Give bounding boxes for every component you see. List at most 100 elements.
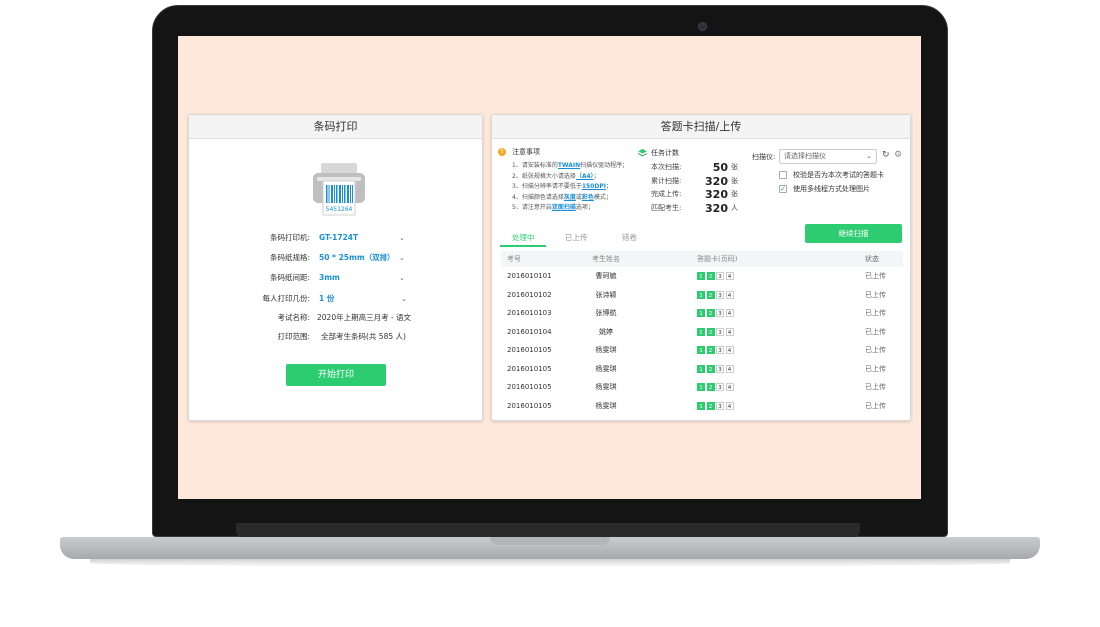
table-body: 2016010101 曹珂毓 1 2 3 4 已上传 2016010102 张诗颖 1 2 3 4 已上传…	[501, 267, 903, 415]
cell-student-name: 杨雯琪	[595, 401, 617, 410]
page-badge[interactable]: 2	[706, 327, 715, 336]
multithread-checkbox[interactable]: ✓	[779, 185, 787, 193]
scanner-select[interactable]: 请选择扫描仪 ⌄	[779, 149, 877, 164]
chevron-down-icon[interactable]: ⌄	[399, 250, 405, 266]
validate-exam-checkbox[interactable]	[779, 171, 787, 179]
task-unit: 张	[731, 176, 738, 185]
page-badge[interactable]: 1	[697, 309, 705, 317]
page-badge[interactable]: 2	[706, 272, 715, 280]
paper-gap-select-row[interactable]: 条码纸间距: 3mm ⌄	[189, 270, 484, 286]
checkbox-label: 使用多线程方式处理图片	[793, 185, 870, 193]
table-row[interactable]: 2016010101 曹珂毓 1 2 3 4 已上传	[501, 267, 903, 286]
continue-scan-button[interactable]: 继续扫描	[805, 224, 902, 243]
cell-student-name: 杨雯琪	[595, 346, 617, 354]
note-highlight: （A4）	[575, 172, 594, 180]
note-text: 模式；	[593, 193, 612, 201]
note-line: 2、纸张规格大小请选择（A4）；	[512, 172, 638, 183]
copies-select-value[interactable]: 1 份	[319, 291, 334, 307]
page-badge[interactable]: 1	[697, 346, 705, 354]
page-badge[interactable]: 1	[697, 327, 705, 336]
printer-select-row[interactable]: 条码打印机: GT-1724T ⌄	[189, 230, 484, 246]
page-badge[interactable]: 3	[716, 327, 724, 336]
page-badge[interactable]: 3	[716, 383, 724, 391]
tab-wrong-sheet[interactable]: 错卷	[622, 232, 637, 243]
multithread-checkbox-row[interactable]: ✓ 使用多线程方式处理图片	[779, 183, 870, 195]
table-row[interactable]: 2016010105 杨雯琪 1 2 3 4 已上传	[501, 360, 903, 379]
chevron-down-icon[interactable]: ⌄	[399, 270, 405, 286]
cell-status: 已上传	[865, 272, 886, 280]
page-badge[interactable]: 2	[706, 383, 715, 391]
cell-student-name: 杨雯琪	[595, 364, 617, 373]
tab-uploaded[interactable]: 已上传	[565, 232, 588, 243]
page-badge[interactable]: 1	[697, 290, 705, 299]
table-row[interactable]: 2016010105 杨雯琪 1 2 3 4 已上传	[501, 341, 903, 360]
printer-select-value[interactable]: GT-1724T	[319, 230, 358, 246]
note-text: 1、请安装标准的	[512, 162, 558, 169]
page-badge[interactable]: 1	[697, 383, 705, 391]
task-number: 320	[705, 188, 728, 201]
note-line: 4、扫描颜色请选择灰度或彩色模式；	[512, 193, 638, 204]
tab-processing[interactable]: 处理中	[512, 232, 535, 243]
table-row[interactable]: 2016010104 姚婷 1 2 3 4 已上传	[501, 323, 903, 342]
scan-table: 考号 考生姓名 答题卡(页码) 状态 2016010101 曹珂毓 1 2 3 4 已上传 2…	[501, 251, 903, 415]
page-badge[interactable]: 2	[706, 290, 715, 299]
task-label: 完成上传:	[651, 190, 682, 198]
task-count-title: 任务计数	[651, 149, 679, 157]
chevron-down-icon[interactable]: ⌄	[401, 291, 407, 307]
task-count-section: 任务计数 本次扫描: 50 张 累计扫描: 320 张 完成上传: 320 张	[637, 149, 742, 215]
validate-exam-checkbox-row[interactable]: 校验是否为本次考试的答题卡	[779, 169, 884, 181]
page-badge[interactable]: 4	[725, 383, 734, 391]
table-row[interactable]: 2016010105 杨雯琪 1 2 3 4 已上传	[501, 378, 903, 397]
scan-panel-title: 答题卡扫描/上传	[492, 115, 910, 139]
field-label: 条码纸规格:	[269, 253, 310, 262]
active-tab-indicator	[500, 245, 546, 247]
chevron-down-icon[interactable]: ⌄	[399, 230, 405, 246]
barcode-panel-title: 条码打印	[189, 115, 482, 139]
page-badge[interactable]: 4	[725, 309, 734, 317]
cell-status: 已上传	[865, 346, 886, 354]
cell-student-name: 姚婷	[599, 327, 613, 336]
cell-exam-id: 2016010101	[507, 272, 552, 280]
page-badge[interactable]: 4	[725, 401, 734, 410]
page-badge[interactable]: 2	[706, 346, 715, 354]
copies-select-row[interactable]: 每人打印几份: 1 份 ⌄	[189, 291, 484, 307]
note-line: 3、扫描分辨率请不要低于150DPI；	[512, 182, 638, 193]
page-badge[interactable]: 2	[706, 309, 715, 317]
page-badge[interactable]: 4	[725, 272, 734, 280]
page-badge[interactable]: 3	[716, 272, 724, 280]
page-badge[interactable]: 3	[716, 309, 724, 317]
page-badge[interactable]: 1	[697, 364, 705, 373]
page-badge[interactable]: 3	[716, 401, 724, 410]
cell-pages: 1234	[697, 341, 735, 360]
field-label: 考试名称:	[277, 313, 310, 322]
table-row[interactable]: 2016010102 张诗颖 1 2 3 4 已上传	[501, 286, 903, 305]
page-badge[interactable]: 3	[716, 364, 724, 373]
task-unit: 张	[731, 163, 738, 171]
page-badge[interactable]: 3	[716, 346, 724, 354]
header-status: 状态	[865, 255, 879, 263]
cell-status: 已上传	[865, 383, 886, 391]
table-row[interactable]: 2016010103 张博航 1 2 3 4 已上传	[501, 304, 903, 323]
page-badge[interactable]: 4	[725, 346, 734, 354]
barcode-printer-icon: 5451264	[311, 161, 367, 217]
page-badge[interactable]: 4	[725, 327, 734, 336]
paper-gap-select-value[interactable]: 3mm	[319, 270, 340, 286]
table-row[interactable]: 2016010105 杨雯琪 1 2 3 4 已上传	[501, 397, 903, 416]
field-label: 条码打印机:	[269, 233, 310, 242]
paper-size-select-value[interactable]: 50 * 25mm（双排）	[319, 250, 395, 266]
page-badge[interactable]: 2	[706, 364, 715, 373]
note-text: 5、请注意开启	[512, 204, 552, 211]
gear-icon[interactable]: ⚙	[894, 150, 902, 160]
chevron-down-icon[interactable]: ⌄	[866, 150, 872, 163]
start-print-button[interactable]: 开始打印	[286, 364, 386, 386]
refresh-icon[interactable]: ↻	[882, 150, 890, 160]
cell-exam-id: 2016010102	[507, 290, 552, 299]
page-badge[interactable]: 2	[706, 401, 715, 410]
page-badge[interactable]: 1	[697, 272, 705, 280]
page-badge[interactable]: 1	[697, 401, 705, 410]
page-badge[interactable]: 4	[725, 290, 734, 299]
page-badge[interactable]: 3	[716, 290, 724, 299]
paper-size-select-row[interactable]: 条码纸规格: 50 * 25mm（双排） ⌄	[189, 250, 484, 266]
page-badge[interactable]: 4	[725, 364, 734, 373]
note-text: ；	[605, 183, 612, 190]
